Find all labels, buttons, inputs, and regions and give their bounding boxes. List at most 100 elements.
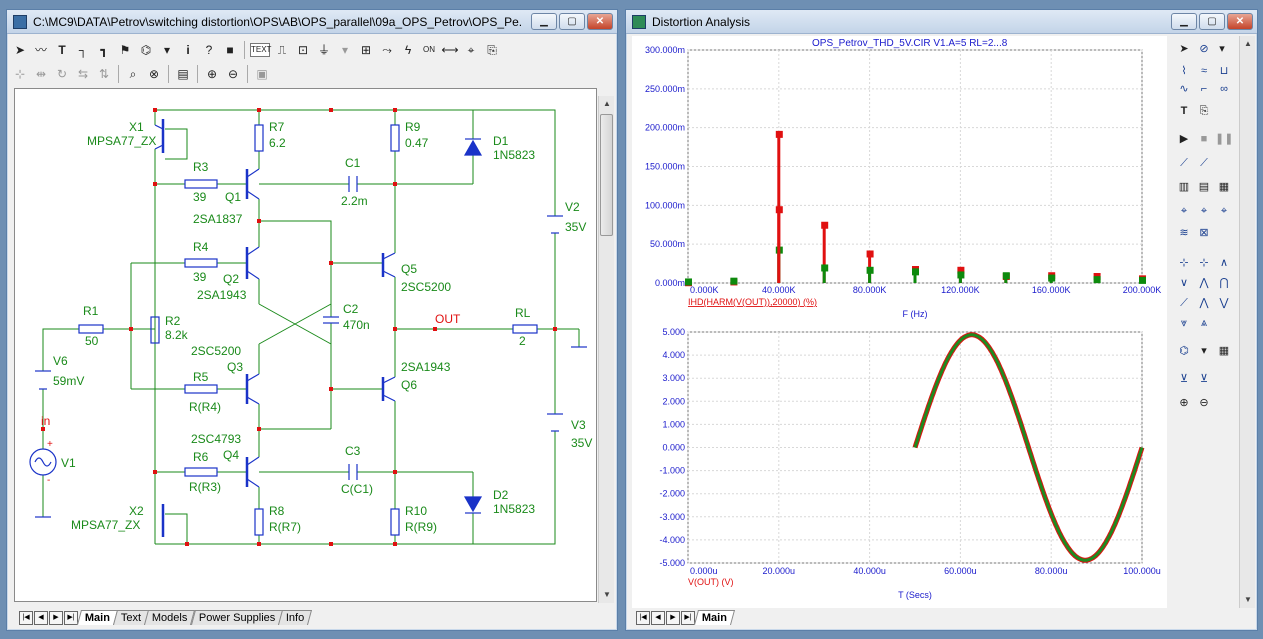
scroll-thumb[interactable] xyxy=(600,114,613,236)
properties-icon[interactable]: ⎘ xyxy=(483,41,501,59)
connect-icon[interactable]: ⟷ xyxy=(441,41,459,59)
schematic-vscroll[interactable]: ▲ ▼ xyxy=(598,96,614,603)
node-numbers-icon[interactable]: ⊡ xyxy=(294,41,312,59)
flip-v-icon[interactable]: ⇅ xyxy=(95,65,113,83)
plot-wave-icon[interactable]: ≈ xyxy=(1195,62,1213,80)
attribute-icon[interactable]: ⎍ xyxy=(273,41,291,59)
local-icon[interactable]: ⋁ xyxy=(1215,294,1233,312)
low-icon[interactable]: ⋂ xyxy=(1215,274,1233,292)
zoom-out-icon[interactable]: ⊖ xyxy=(1195,394,1213,412)
plot-text-icon[interactable]: T xyxy=(1175,102,1193,120)
tag-icon[interactable]: ≋ xyxy=(1175,224,1193,242)
plot-line-icon[interactable]: ⌇ xyxy=(1175,62,1193,80)
rotate-icon[interactable]: ↻ xyxy=(53,65,71,83)
marker-b-icon[interactable]: ⊻ xyxy=(1195,370,1213,388)
maximize-button[interactable]: ▢ xyxy=(559,13,585,30)
tab-prev-icon[interactable]: ◀ xyxy=(34,611,48,625)
loop-icon[interactable]: ∞ xyxy=(1215,80,1233,98)
tab-next-icon[interactable]: ▶ xyxy=(49,611,63,625)
grid-minor-icon[interactable]: ▤ xyxy=(1195,178,1213,196)
tab-main[interactable]: Main xyxy=(76,610,119,625)
component-dropdown-icon[interactable]: ▾ xyxy=(1195,342,1213,360)
cursor-right-icon[interactable]: ⌖ xyxy=(1215,202,1233,220)
dropdown-icon[interactable]: ▾ xyxy=(1213,40,1231,58)
minimize-button[interactable]: ▁ xyxy=(531,13,557,30)
plot-box-icon[interactable]: ⊔ xyxy=(1215,62,1233,80)
cursor-mid-icon[interactable]: ⌖ xyxy=(1195,202,1213,220)
stop-run-icon[interactable]: ■ xyxy=(1195,130,1213,148)
top-icon[interactable]: ⩓ xyxy=(1195,314,1213,332)
atab-last-icon[interactable]: ▶| xyxy=(681,611,695,625)
info-icon[interactable]: i xyxy=(179,41,197,59)
text-tool-icon[interactable]: T xyxy=(53,41,71,59)
valley-icon[interactable]: ∨ xyxy=(1175,274,1193,292)
text-toggle-icon[interactable]: TEXT xyxy=(250,43,271,57)
inflection-icon[interactable]: ⋀ xyxy=(1195,294,1213,312)
analysis-scroll-up-icon[interactable]: ▲ xyxy=(1240,36,1256,52)
peak-icon[interactable]: ∧ xyxy=(1215,254,1233,272)
binoculars-icon[interactable]: ⊗ xyxy=(145,65,163,83)
flash-icon[interactable]: ϟ xyxy=(399,41,417,59)
curve-icon[interactable]: ∿ xyxy=(1175,80,1193,98)
high-icon[interactable]: ⋀ xyxy=(1195,274,1213,292)
pause-icon[interactable]: ❚❚ xyxy=(1215,130,1233,148)
peak-right-icon[interactable]: ⊹ xyxy=(1195,254,1213,272)
tab-first-icon[interactable]: |◀ xyxy=(19,611,33,625)
atab-prev-icon[interactable]: ◀ xyxy=(651,611,665,625)
zoom-out-icon[interactable]: ⊖ xyxy=(224,65,242,83)
analysis-minimize-button[interactable]: ▁ xyxy=(1171,13,1197,30)
atab-next-icon[interactable]: ▶ xyxy=(666,611,680,625)
flag-icon[interactable]: ⚑ xyxy=(116,41,134,59)
close-button[interactable]: ✕ xyxy=(587,13,613,30)
grid-both-icon[interactable]: ▦ xyxy=(1215,178,1233,196)
wire-icon[interactable]: 〰 xyxy=(32,41,50,59)
schematic-titlebar[interactable]: C:\MC9\DATA\Petrov\switching distortion\… xyxy=(7,10,617,34)
pin-icon[interactable]: ⏚ xyxy=(315,41,333,59)
page-icon[interactable]: ▤ xyxy=(174,65,192,83)
atab-main[interactable]: Main xyxy=(693,610,736,625)
stop-icon[interactable]: ■ xyxy=(221,41,239,59)
scope-icon[interactable]: ⊠ xyxy=(1195,224,1213,242)
run-icon[interactable]: ▶ xyxy=(1175,130,1193,148)
wire-draw-icon[interactable]: ┐ xyxy=(74,41,92,59)
marker-a-icon[interactable]: ⊻ xyxy=(1175,370,1193,388)
plot-properties-icon[interactable]: ⎘ xyxy=(1195,102,1213,120)
trace-point-icon[interactable]: ⟋ xyxy=(1195,154,1213,172)
table-icon[interactable]: ▦ xyxy=(1215,342,1233,360)
scroll-down-icon[interactable]: ▼ xyxy=(599,587,615,603)
plot-area[interactable]: OPS_Petrov_THD_5V.CIR V1.A=5 RL=2...8 0.… xyxy=(632,36,1167,608)
analysis-scroll-down-icon[interactable]: ▼ xyxy=(1240,592,1256,608)
zoom-in-icon[interactable]: ⊕ xyxy=(1175,394,1193,412)
probe-icon[interactable]: ⤳ xyxy=(378,41,396,59)
cursor-left-icon[interactable]: ⌖ xyxy=(1175,202,1193,220)
dropdown-dim-icon[interactable]: ▾ xyxy=(336,41,354,59)
tab-models[interactable]: Models xyxy=(144,610,196,625)
scale-icon[interactable]: ⊘ xyxy=(1195,40,1213,58)
atab-first-icon[interactable]: |◀ xyxy=(636,611,650,625)
trace-icon[interactable]: ⟋ xyxy=(1175,154,1193,172)
bottom-icon[interactable]: ⩔ xyxy=(1175,314,1193,332)
scroll-up-icon[interactable]: ▲ xyxy=(599,96,615,112)
dropdown-icon[interactable]: ▾ xyxy=(158,41,176,59)
bus-icon[interactable]: ┓ xyxy=(95,41,113,59)
grid-major-icon[interactable]: ▥ xyxy=(1175,178,1193,196)
select-icon[interactable]: ➤ xyxy=(1175,40,1193,58)
analysis-titlebar[interactable]: Distortion Analysis ▁ ▢ ✕ xyxy=(626,10,1257,34)
analysis-close-button[interactable]: ✕ xyxy=(1227,13,1253,30)
analysis-right-scroll[interactable]: ▲ ▼ xyxy=(1239,36,1255,608)
on-icon[interactable]: ON xyxy=(420,41,438,59)
select-arrow-icon[interactable]: ➤ xyxy=(11,41,29,59)
component-icon[interactable]: ⌬ xyxy=(137,41,155,59)
tab-last-icon[interactable]: ▶| xyxy=(64,611,78,625)
analysis-maximize-button[interactable]: ▢ xyxy=(1199,13,1225,30)
cursor-icon[interactable]: ⌖ xyxy=(462,41,480,59)
slope-icon[interactable]: ⟋ xyxy=(1175,294,1193,312)
schematic-canvas[interactable]: X1 MPSA77_ZX R3 39 Q1 2SA1837 R7 6.2 C1 … xyxy=(14,88,597,602)
help-icon[interactable]: ? xyxy=(200,41,218,59)
step-icon[interactable]: ⌐ xyxy=(1195,80,1213,98)
grid-icon[interactable]: ⊞ xyxy=(357,41,375,59)
zoom-in-icon[interactable]: ⊕ xyxy=(203,65,221,83)
find-icon[interactable]: ⌕ xyxy=(124,65,142,83)
peak-left-icon[interactable]: ⊹ xyxy=(1175,254,1193,272)
camera-icon[interactable]: ▣ xyxy=(253,65,271,83)
